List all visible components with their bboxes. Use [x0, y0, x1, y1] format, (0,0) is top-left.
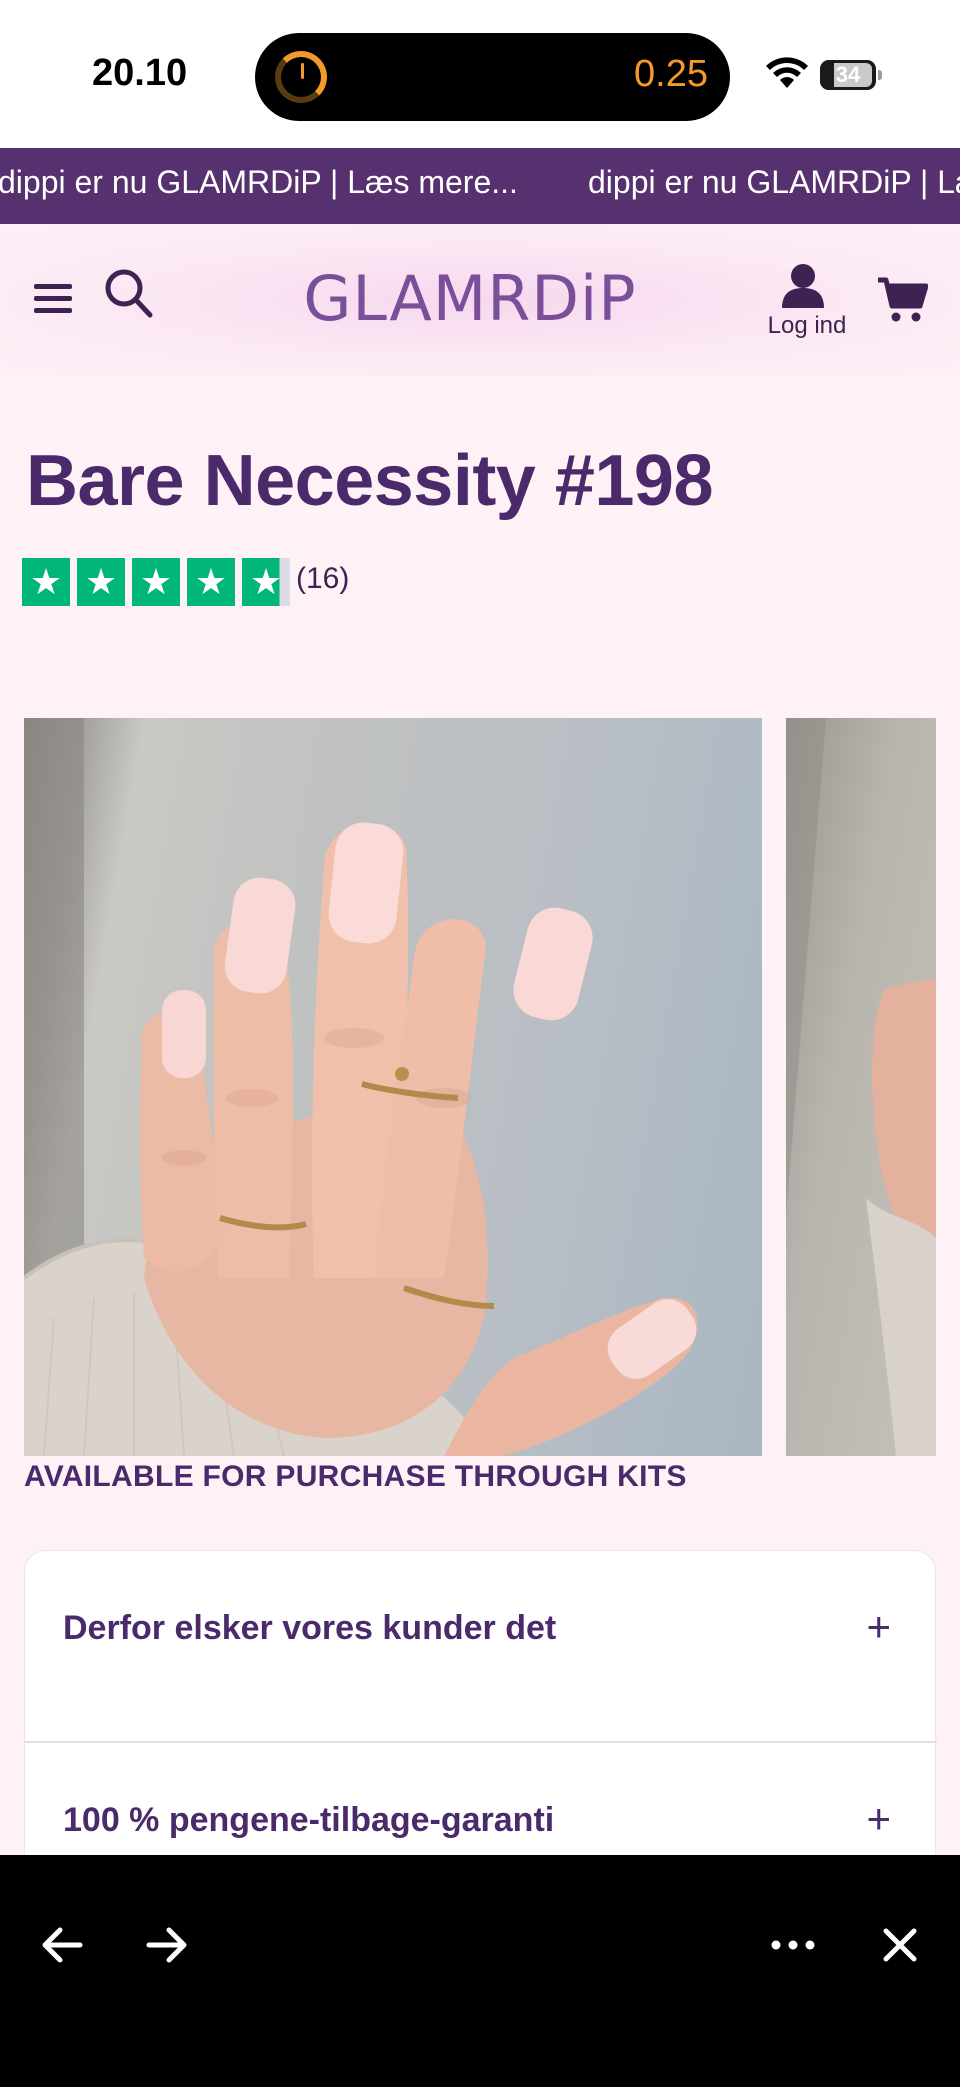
arrow-left-icon[interactable]	[40, 1925, 84, 1965]
plus-icon[interactable]: +	[866, 1795, 891, 1843]
announcement-bar[interactable]: dippi er nu GLAMRDiP | Læs mere... dippi…	[0, 148, 960, 224]
close-icon[interactable]	[880, 1925, 920, 1965]
dynamic-island: 0.25	[255, 33, 730, 121]
product-title: Bare Necessity #198	[26, 441, 714, 521]
star-icon: ★	[187, 558, 235, 606]
site-logo[interactable]: GLAMRDiP	[300, 262, 640, 335]
account-icon[interactable]	[780, 262, 826, 310]
more-icon[interactable]	[770, 1925, 816, 1965]
accordion-title[interactable]: Derfor elsker vores kunder det	[63, 1609, 556, 1648]
arrow-right-icon[interactable]	[145, 1925, 189, 1965]
timer-value: 0.25	[634, 53, 708, 95]
accordion-title[interactable]: 100 % pengene-tilbage-garanti	[63, 1801, 554, 1840]
wifi-icon	[766, 57, 808, 88]
star-icon: ★	[132, 558, 180, 606]
star-icon: ★	[242, 558, 290, 606]
accordion-item[interactable]: Derfor elsker vores kunder det +	[25, 1551, 937, 1743]
star-icon: ★	[77, 558, 125, 606]
star-icon: ★	[22, 558, 70, 606]
product-image-secondary[interactable]	[786, 718, 936, 1456]
availability-note: AVAILABLE FOR PURCHASE THROUGH KITS	[24, 1460, 687, 1493]
plus-icon[interactable]: +	[866, 1603, 891, 1651]
timer-icon	[275, 51, 327, 103]
login-label[interactable]: Log ind	[762, 312, 852, 340]
search-icon[interactable]	[104, 268, 154, 320]
product-image[interactable]	[24, 718, 762, 1456]
battery-icon: 34	[820, 60, 876, 90]
menu-icon[interactable]	[34, 284, 72, 320]
browser-toolbar	[0, 1855, 960, 2087]
battery-level: 34	[835, 62, 861, 87]
status-time: 20.10	[92, 52, 188, 94]
cart-icon[interactable]	[876, 276, 928, 324]
announcement-text[interactable]: dippi er nu GLAMRDiP | Læs mere...	[0, 164, 518, 201]
status-bar: 20.10 0.25 34	[0, 0, 960, 148]
trustpilot-rating[interactable]: ★ ★ ★ ★ ★	[22, 558, 297, 606]
announcement-text[interactable]: dippi er nu GLAMRDiP | Læs mere...	[588, 164, 960, 201]
battery-tip	[878, 70, 882, 80]
review-count[interactable]: (16)	[296, 562, 349, 596]
